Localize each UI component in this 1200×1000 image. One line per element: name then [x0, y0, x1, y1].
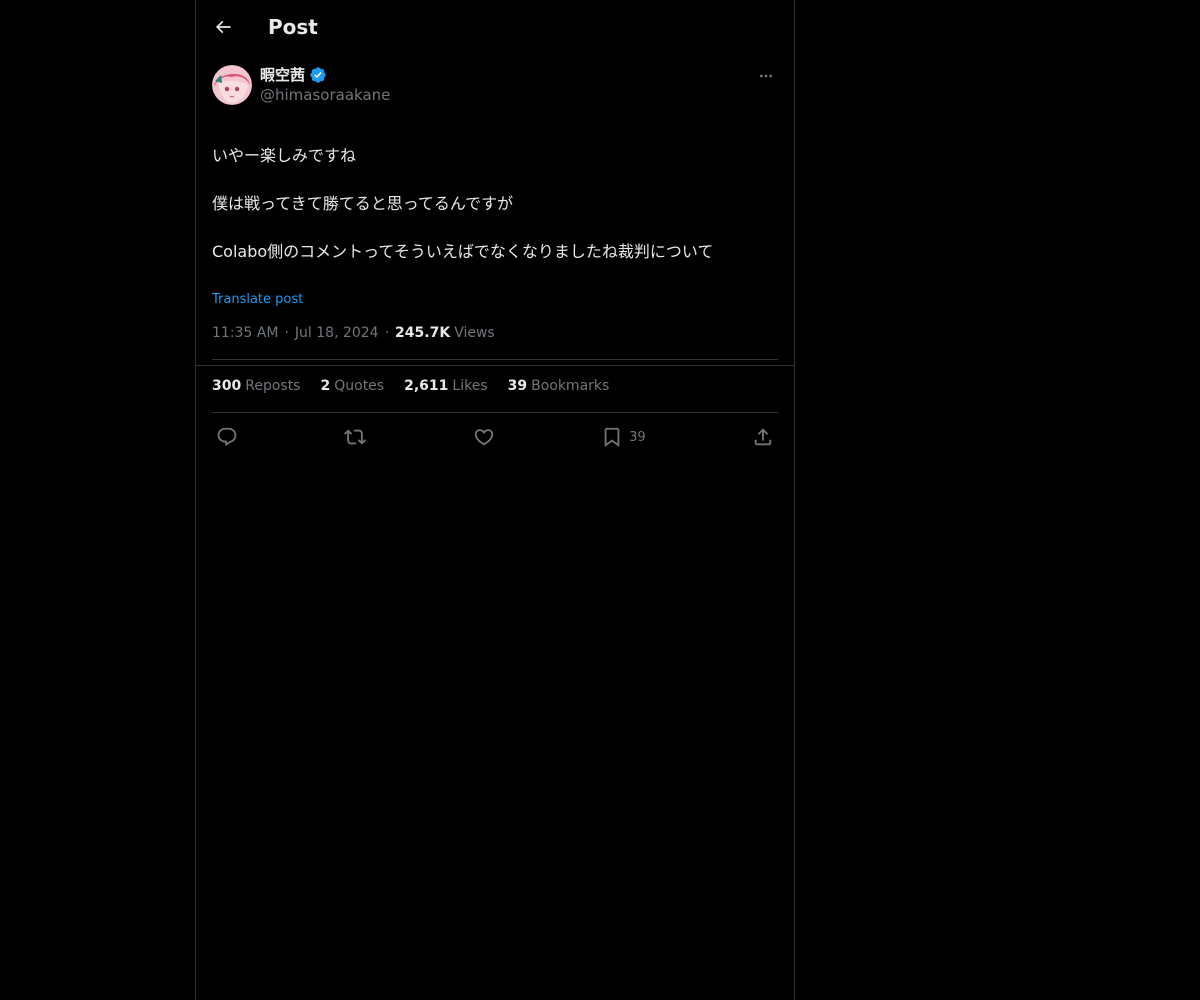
avatar-image	[212, 65, 252, 105]
likes-label: Likes	[452, 378, 488, 394]
post: 暇空茜 @himasoraakane いやー楽しみですね 僕は戦ってきて勝てると…	[212, 64, 778, 461]
translate-post-link[interactable]: Translate post	[212, 292, 303, 307]
repost-button[interactable]	[344, 426, 367, 448]
reply-icon	[217, 427, 237, 446]
more-icon	[760, 74, 772, 78]
author-row: 暇空茜 @himasoraakane	[212, 64, 778, 108]
likes-stat[interactable]: 2,611 Likes	[404, 378, 488, 394]
post-text-line: 僕は戦ってきて勝てると思ってるんですが	[212, 194, 514, 213]
bookmark-button[interactable]: 39	[601, 426, 646, 448]
reply-button[interactable]	[216, 426, 238, 448]
repost-icon	[344, 429, 367, 445]
reposts-stat[interactable]: 300 Reposts	[212, 378, 300, 394]
post-bottom-divider	[196, 365, 794, 366]
quotes-stat[interactable]: 2 Quotes	[320, 378, 384, 394]
meta-separator: ·	[384, 325, 390, 341]
share-icon	[754, 428, 772, 446]
bookmark-count: 39	[629, 429, 646, 445]
post-meta: 11:35 AM · Jul 18, 2024 · 245.7K Views	[212, 323, 778, 343]
post-stats: 300 Reposts 2 Quotes 2,611 Likes 39 Bookmark…	[212, 360, 778, 412]
meta-separator: ·	[284, 325, 289, 341]
share-button[interactable]	[752, 426, 774, 448]
views-label: Views	[454, 325, 495, 341]
post-text-line: いやー楽しみですね	[212, 146, 357, 165]
post-text: いやー楽しみですね 僕は戦ってきて勝てると思ってるんですが Colabo側のコメ…	[212, 120, 778, 288]
author-name-line: 暇空茜	[260, 65, 327, 85]
likes-count: 2,611	[404, 378, 449, 394]
post-text-line: Colabo側のコメントってそういえばでなくなりましたね裁判について	[212, 242, 714, 261]
like-button[interactable]	[473, 426, 495, 448]
bookmarks-stat[interactable]: 39 Bookmarks	[508, 378, 610, 394]
views-count: 245.7K	[395, 325, 451, 341]
page-header: Post	[196, 0, 794, 53]
post-date[interactable]: Jul 18, 2024	[295, 323, 379, 343]
reposts-label: Reposts	[245, 378, 301, 394]
arrow-left-icon	[215, 20, 231, 34]
page-title: Post	[268, 15, 318, 39]
author-handle[interactable]: @himasoraakane	[260, 85, 390, 105]
bookmark-icon	[604, 427, 620, 448]
main-column: Post 暇空茜 @himasoraakane いやー楽しみですね 僕は戦ってき…	[195, 0, 795, 1000]
avatar[interactable]	[212, 65, 252, 105]
action-bar: 39	[212, 413, 778, 461]
quotes-label: Quotes	[334, 378, 385, 394]
post-time[interactable]: 11:35 AM	[212, 323, 278, 343]
bookmarks-label: Bookmarks	[531, 378, 610, 394]
heart-icon	[474, 429, 493, 446]
display-name[interactable]: 暇空茜	[260, 65, 305, 85]
back-button[interactable]	[206, 10, 240, 44]
quotes-count: 2	[320, 378, 331, 394]
reposts-count: 300	[212, 378, 242, 394]
verified-badge-icon	[310, 67, 326, 83]
more-options-button[interactable]	[754, 64, 778, 88]
bookmarks-count: 39	[507, 378, 528, 394]
